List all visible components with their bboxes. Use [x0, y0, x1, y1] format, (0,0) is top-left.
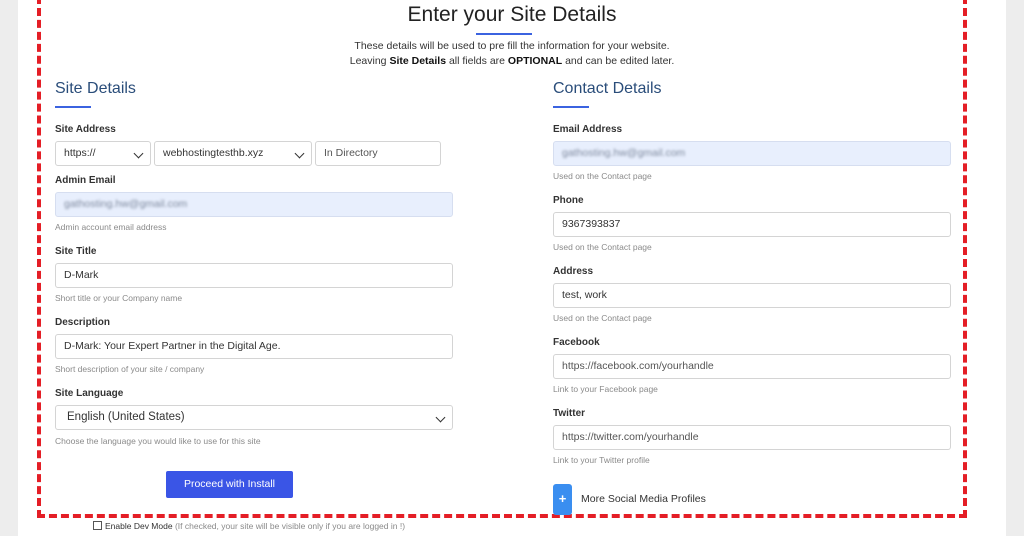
- protocol-select[interactable]: https://: [55, 141, 151, 166]
- description-help: Short description of your site / company: [55, 364, 205, 374]
- description-label: Description: [55, 317, 111, 328]
- site-details-underline: [55, 106, 91, 108]
- site-title-label: Site Title: [55, 246, 97, 257]
- dev-mode-label[interactable]: Enable Dev Mode: [105, 521, 173, 531]
- directory-input[interactable]: In Directory: [315, 141, 441, 166]
- email-address-label: Email Address: [553, 124, 623, 135]
- phone-help: Used on the Contact page: [553, 242, 652, 252]
- address-label: Address: [553, 266, 594, 277]
- title-underline: [476, 33, 532, 35]
- address-input[interactable]: test, work: [553, 283, 951, 308]
- site-title-input[interactable]: D-Mark: [55, 263, 453, 288]
- site-language-select[interactable]: English (United States): [55, 405, 453, 430]
- admin-email-input[interactable]: gathosting.hw@gmail.com: [55, 192, 453, 217]
- phone-label: Phone: [553, 195, 584, 206]
- address-help: Used on the Contact page: [553, 313, 652, 323]
- admin-email-help: Admin account email address: [55, 222, 167, 232]
- facebook-input[interactable]: https://facebook.com/yourhandle: [553, 354, 951, 379]
- contact-email-input[interactable]: gathosting.hw@gmail.com: [553, 141, 951, 166]
- plus-icon: +: [558, 491, 567, 506]
- admin-email-label: Admin Email: [55, 175, 116, 186]
- chevron-down-icon: [133, 148, 144, 159]
- intro-text-2: Leaving Site Details all fields are OPTI…: [349, 55, 675, 67]
- site-language-label: Site Language: [55, 388, 124, 399]
- twitter-help: Link to your Twitter profile: [553, 455, 650, 465]
- domain-select[interactable]: webhostingtesthb.xyz: [154, 141, 312, 166]
- twitter-input[interactable]: https://twitter.com/yourhandle: [553, 425, 951, 450]
- dev-mode-row: Enable Dev Mode (If checked, your site w…: [93, 521, 405, 531]
- contact-details-heading: Contact Details: [553, 80, 662, 97]
- add-social-profile-button[interactable]: +: [553, 484, 572, 515]
- phone-input[interactable]: 9367393837: [553, 212, 951, 237]
- proceed-install-button[interactable]: Proceed with Install: [166, 471, 293, 498]
- facebook-label: Facebook: [553, 337, 600, 348]
- contact-details-underline: [553, 106, 589, 108]
- site-address-label: Site Address: [55, 124, 116, 135]
- page-title: Enter your Site Details: [407, 3, 617, 26]
- intro-text-1: These details will be used to pre fill t…: [354, 40, 670, 52]
- contact-email-help: Used on the Contact page: [553, 171, 652, 181]
- chevron-down-icon: [294, 148, 305, 159]
- facebook-help: Link to your Facebook page: [553, 384, 658, 394]
- dev-mode-note: (If checked, your site will be visible o…: [174, 521, 406, 531]
- twitter-label: Twitter: [553, 408, 586, 419]
- more-social-profiles-label[interactable]: More Social Media Profiles: [581, 493, 706, 505]
- site-title-help: Short title or your Company name: [55, 293, 183, 303]
- description-input[interactable]: D-Mark: Your Expert Partner in the Digit…: [55, 334, 453, 359]
- dev-mode-checkbox[interactable]: [93, 521, 102, 530]
- site-language-help: Choose the language you would like to us…: [55, 436, 261, 446]
- site-details-heading: Site Details: [55, 80, 136, 97]
- chevron-down-icon: [435, 412, 446, 423]
